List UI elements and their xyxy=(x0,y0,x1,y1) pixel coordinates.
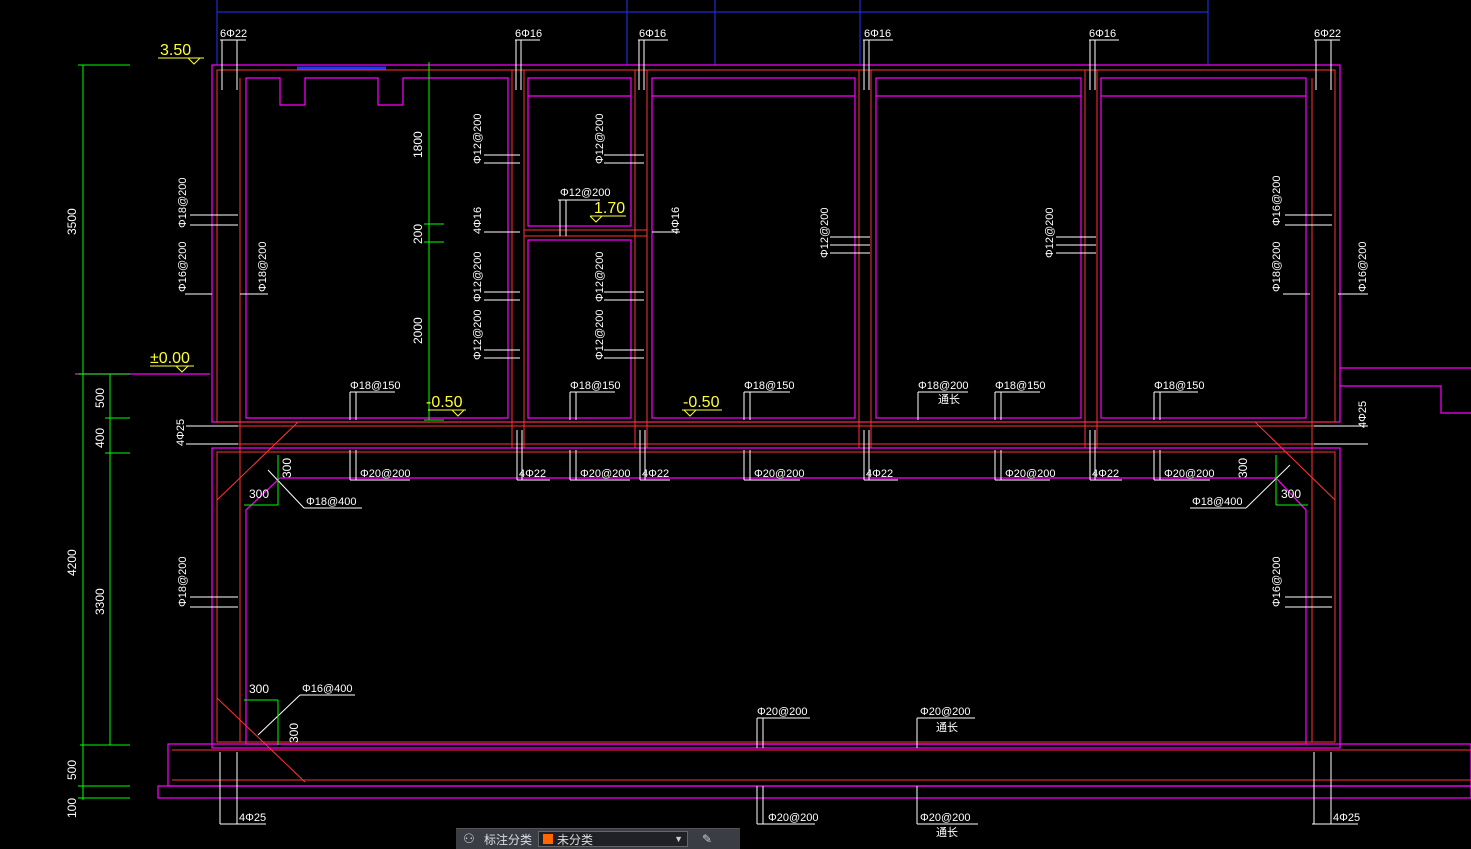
label-d12-200-d: Φ12@200 xyxy=(594,113,606,164)
label-d20-200-4: Φ20@200 xyxy=(1005,468,1056,480)
label-d18-200-rw: Φ18@200 xyxy=(1271,241,1283,292)
label-6d16-2: 6Φ16 xyxy=(639,28,666,40)
label-6d16-3: 6Φ16 xyxy=(864,28,891,40)
dim-500-b: 500 xyxy=(65,760,79,780)
label-d16-200-rw-low: Φ16@200 xyxy=(1271,556,1283,607)
cad-drawing[interactable]: 3.50 ±0.00 1.70 -0.50 -0.50 3500 4200 50… xyxy=(0,0,1471,848)
label-d12-200-h: Φ12@200 xyxy=(1044,207,1056,258)
chevron-down-icon: ▼ xyxy=(674,834,684,844)
label-d20-200-3: Φ20@200 xyxy=(754,468,805,480)
label-d16-200-rw-out: Φ16@200 xyxy=(1357,241,1369,292)
label-d18-150-2: Φ18@150 xyxy=(570,380,621,392)
label-4d22-1: 4Φ22 xyxy=(519,468,546,480)
dim-500-a: 500 xyxy=(93,388,107,408)
label-6d16-1: 6Φ16 xyxy=(515,28,542,40)
elevation-stair: 1.70 xyxy=(594,200,625,217)
label-d18-400-right: Φ18@400 xyxy=(1192,496,1243,508)
wall-outlines xyxy=(75,64,1471,799)
label-4d25-base-left: 4Φ25 xyxy=(239,812,266,824)
label-4d25-rw: 4Φ25 xyxy=(1357,401,1369,428)
elevation-floor-mid: -0.50 xyxy=(683,394,720,411)
dim-haunch-2: 300 xyxy=(280,458,294,478)
label-d16-200-lw: Φ16@200 xyxy=(177,241,189,292)
label-4d22-3: 4Φ22 xyxy=(866,468,893,480)
label-d18-150-3: Φ18@150 xyxy=(744,380,795,392)
elevation-marks xyxy=(150,57,722,417)
label-d20-200-1: Φ20@200 xyxy=(360,468,411,480)
label-d12-200-a: Φ12@200 xyxy=(472,113,484,164)
label-d12-200-b: Φ12@200 xyxy=(472,251,484,302)
dim-haunch-5: 300 xyxy=(1281,487,1301,501)
category-value: 未分类 xyxy=(557,832,594,847)
dim-haunch-1: 300 xyxy=(249,487,269,501)
label-d12-200-e: Φ12@200 xyxy=(594,251,606,302)
label-4d25-base-right: 4Φ25 xyxy=(1333,812,1360,824)
label-d12-200-f: Φ12@200 xyxy=(594,309,606,360)
label-6d22-right: 6Φ22 xyxy=(1314,28,1341,40)
label-d18-400-left: Φ18@400 xyxy=(306,496,357,508)
dim-200: 200 xyxy=(411,224,425,244)
label-d20-200-2: Φ20@200 xyxy=(580,468,631,480)
label-4d22-2: 4Φ22 xyxy=(642,468,669,480)
category-label: 标注分类 xyxy=(484,832,533,847)
label-6d16-4: 6Φ16 xyxy=(1089,28,1116,40)
label-d20-200-base-1: Φ20@200 xyxy=(757,706,808,718)
label-d16-200-rw-top: Φ16@200 xyxy=(1271,175,1283,226)
label-d18-150-5: Φ18@150 xyxy=(1154,380,1205,392)
label-tongchang-3: 通长 xyxy=(936,826,958,839)
label-d20-200-base-4: Φ20@200 xyxy=(920,812,971,824)
label-4d16-b: 4Φ16 xyxy=(670,207,682,234)
label-d18-200-lw-in: Φ18@200 xyxy=(257,241,269,292)
dim-haunch-4: 300 xyxy=(287,723,301,743)
label-d20-200-base-3: Φ20@200 xyxy=(768,812,819,824)
category-dropdown[interactable]: 未分类 ▼ xyxy=(538,831,689,847)
label-d12-200-g: Φ12@200 xyxy=(819,207,831,258)
label-d20-200-base-2: Φ20@200 xyxy=(920,706,971,718)
label-tongchang-2: 通长 xyxy=(936,721,958,734)
layers-icon[interactable]: ⚇ xyxy=(456,831,482,847)
label-4d16-a: 4Φ16 xyxy=(472,207,484,234)
label-d20-200-5: Φ20@200 xyxy=(1164,468,1215,480)
label-d18-200-lw-low: Φ18@200 xyxy=(177,556,189,607)
label-d18-200-slab: Φ18@200 xyxy=(918,380,969,392)
dim-400: 400 xyxy=(93,428,107,448)
label-d12-200-c: Φ12@200 xyxy=(472,309,484,360)
label-6d22-left: 6Φ22 xyxy=(220,28,247,40)
dim-2000: 2000 xyxy=(411,317,425,344)
dim-haunch-6: 300 xyxy=(1236,458,1250,478)
annotation-toolbar: ⚇ 标注分类 未分类 ▼ ✎ xyxy=(456,828,740,849)
edit-icon[interactable]: ✎ xyxy=(692,832,722,846)
label-4d22-4: 4Φ22 xyxy=(1092,468,1119,480)
elevation-top: 3.50 xyxy=(160,42,191,59)
dim-1800: 1800 xyxy=(411,131,425,158)
dim-3500: 3500 xyxy=(65,208,79,235)
elevation-ground: ±0.00 xyxy=(150,350,190,367)
elevation-floor-left: -0.50 xyxy=(426,394,463,411)
grid-lines xyxy=(216,0,1209,70)
label-d12-200-stair: Φ12@200 xyxy=(560,187,611,199)
dim-100: 100 xyxy=(65,798,79,818)
label-tongchang-1: 通长 xyxy=(938,393,960,406)
label-d18-200-lw-top: Φ18@200 xyxy=(177,177,189,228)
dim-4200: 4200 xyxy=(65,549,79,576)
annotations: 3.50 ±0.00 1.70 -0.50 -0.50 3500 4200 50… xyxy=(65,28,1369,839)
dim-3300: 3300 xyxy=(93,588,107,615)
label-4d25-lw: 4Φ25 xyxy=(175,419,187,446)
label-d18-150-1: Φ18@150 xyxy=(350,380,401,392)
dim-haunch-3: 300 xyxy=(249,682,269,696)
category-swatch xyxy=(543,834,554,844)
label-d18-150-4: Φ18@150 xyxy=(995,380,1046,392)
label-d16-400: Φ16@400 xyxy=(302,683,353,695)
